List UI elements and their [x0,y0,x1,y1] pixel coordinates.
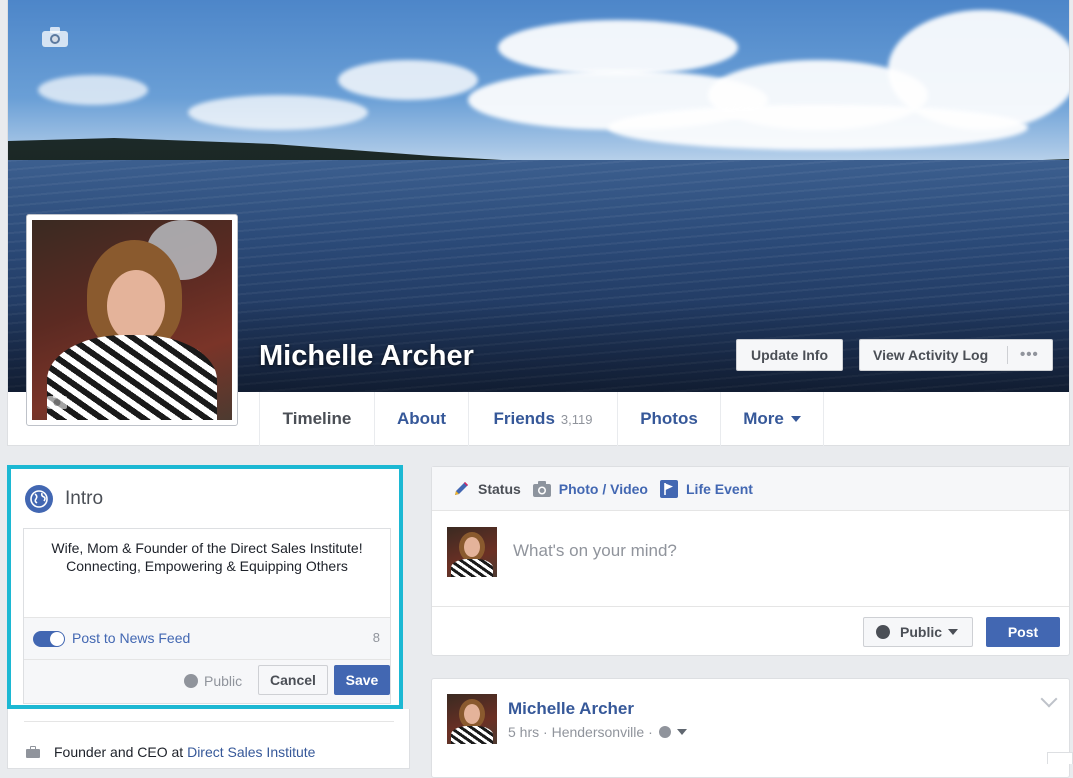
tab-about-label: About [396,409,447,428]
composer-footer: Public Post [432,606,1069,656]
post-to-feed-toggle[interactable] [33,631,65,647]
avatar[interactable] [447,694,497,744]
composer-tab-status-label: Status [478,480,521,497]
flag-icon [660,479,678,498]
caret-down-icon [790,416,801,422]
privacy-selector[interactable]: Public [184,673,242,689]
intro-card: Intro Wife, Mom & Founder of the Direct … [7,465,403,709]
post-button[interactable]: Post [986,617,1060,647]
tab-more[interactable]: More [720,392,824,446]
work-prefix: Founder and CEO at [54,744,184,760]
composer-tab-life-event[interactable]: Life Event [660,479,753,498]
composer-tabs: Status Photo / Video Life Event [432,467,1069,511]
cancel-button[interactable]: Cancel [258,665,328,695]
avatar [447,527,497,577]
briefcase-icon [26,746,40,758]
intro-title: Intro [65,488,104,509]
post-author[interactable]: Michelle Archer [508,699,634,719]
post-meta: 5 hrs · Hendersonville · [508,724,687,740]
audience-selector[interactable]: Public [863,617,973,647]
profile-tabs: Timeline About Friends 3,119 Photos More [259,392,824,446]
tab-about[interactable]: About [374,392,468,446]
composer-tab-photo-video[interactable]: Photo / Video [532,480,648,497]
tab-timeline-label: Timeline [282,409,352,428]
globe-icon [184,674,198,688]
tab-timeline[interactable]: Timeline [259,392,374,446]
composer-tab-life-event-label: Life Event [686,480,753,497]
scroll-corner [1047,752,1073,764]
update-profile-picture-icon[interactable] [46,392,68,410]
post-composer: Status Photo / Video Life Event What's o… [431,466,1070,656]
view-activity-log-button[interactable]: View Activity Log ••• [859,339,1053,371]
work-link[interactable]: Direct Sales Institute [187,744,315,760]
feed-post: Michelle Archer 5 hrs · Hendersonville · [431,678,1070,778]
globe-icon [876,625,890,639]
post-time[interactable]: 5 hrs [508,724,539,740]
camera-icon [532,480,551,497]
globe-icon [25,485,53,513]
composer-tab-photo-video-label: Photo / Video [558,480,648,497]
composer-tab-status[interactable]: Status [452,480,521,498]
profile-name[interactable]: Michelle Archer [259,340,474,373]
pencil-icon [455,481,468,495]
profile-photo [32,220,232,420]
audience-label: Public [900,624,943,640]
camera-icon[interactable] [41,26,69,48]
caret-down-icon[interactable] [676,729,687,735]
bio-textarea[interactable]: Wife, Mom & Founder of the Direct Sales … [24,539,390,575]
tab-friends-label: Friends [493,409,555,428]
char-count: 8 [372,630,380,645]
tab-friends[interactable]: Friends 3,119 [468,392,617,446]
intro-actions: Public Cancel Save [24,659,390,703]
tab-more-label: More [743,409,784,428]
post-to-feed-label[interactable]: Post to News Feed [72,630,190,646]
button-divider [1007,346,1008,364]
friends-count: 3,119 [560,411,593,427]
tab-photos[interactable]: Photos [617,392,720,446]
privacy-label: Public [204,673,243,689]
bio-editor[interactable]: Wife, Mom & Founder of the Direct Sales … [23,528,391,704]
globe-icon [658,726,671,738]
caret-down-icon [948,629,959,635]
post-to-feed-row: Post to News Feed 8 [24,617,390,659]
profile-picture[interactable] [26,214,238,426]
chevron-down-icon[interactable] [1040,690,1058,708]
more-options-icon[interactable]: ••• [1020,340,1039,370]
save-button[interactable]: Save [334,665,390,695]
divider [24,721,394,722]
tab-photos-label: Photos [640,409,698,428]
status-input[interactable]: What's on your mind? [513,541,677,561]
profile-header: Michelle Archer Update Info View Activit… [7,0,1070,446]
view-activity-log-label: View Activity Log [873,347,989,363]
intro-details: Founder and CEO at Direct Sales Institut… [7,709,410,769]
intro-header: Intro [25,485,103,513]
post-location[interactable]: Hendersonville [552,724,645,740]
work-info: Founder and CEO at Direct Sales Institut… [26,744,315,760]
update-info-button[interactable]: Update Info [736,339,843,371]
